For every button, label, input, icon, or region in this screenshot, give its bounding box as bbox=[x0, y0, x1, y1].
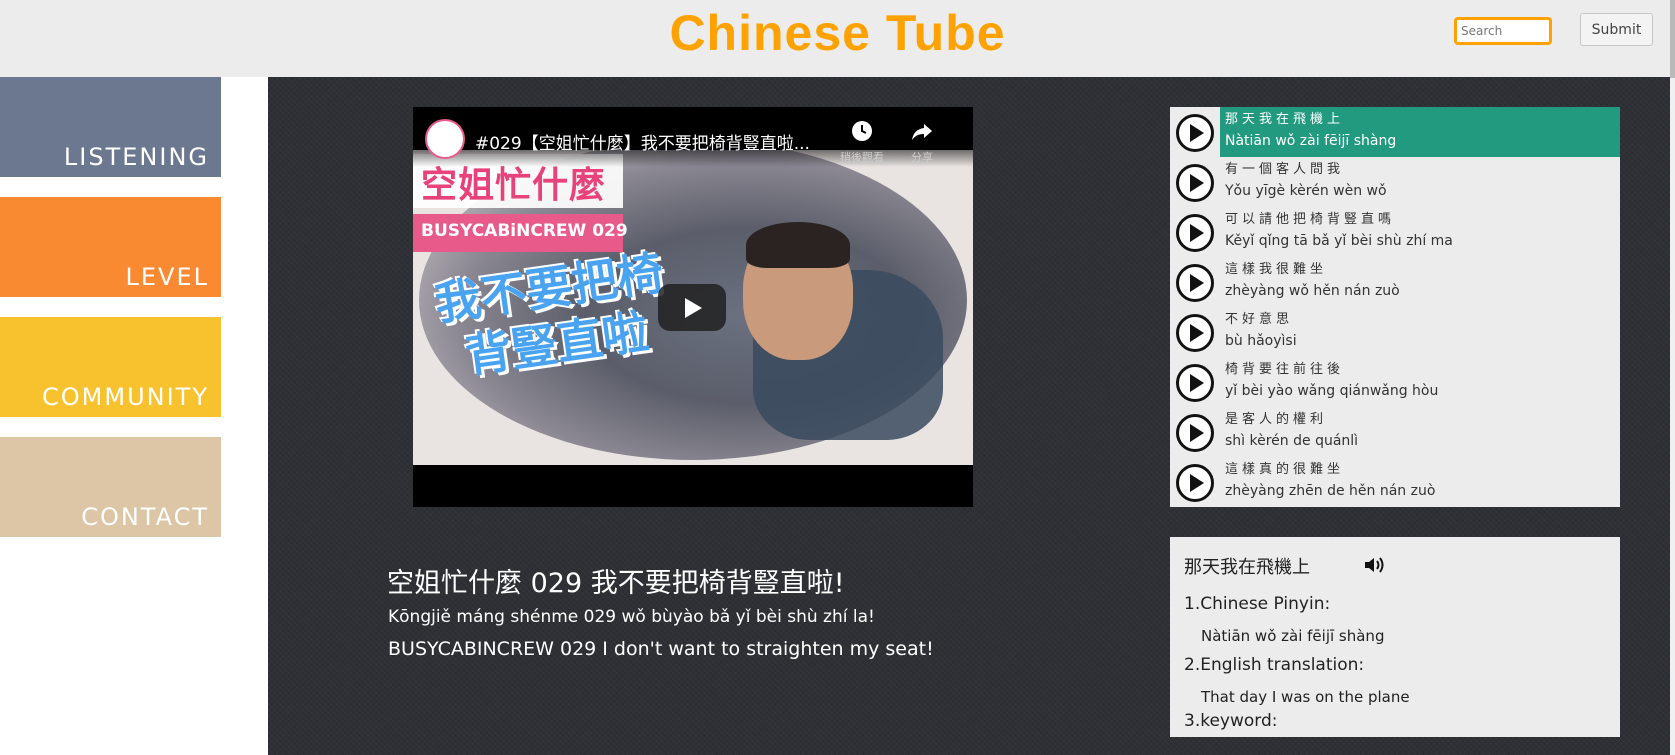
sentence-row[interactable]: 可以請他把椅背豎直嗎 Kěyǐ qǐng tā bǎ yǐ bèi shù zh… bbox=[1170, 207, 1620, 257]
sentence-hanzi: 這樣我很難坐 bbox=[1225, 262, 1328, 277]
sentence-row[interactable]: 這樣真的很難坐 zhèyàng zhēn de hěn nán zuò bbox=[1170, 457, 1620, 507]
play-circle-icon[interactable] bbox=[1176, 364, 1214, 402]
sentence-pinyin: Nàtiān wǒ zài fēijī shàng bbox=[1225, 133, 1397, 149]
sentence-row[interactable]: 不好意思 bù hǎoyìsi bbox=[1170, 307, 1620, 357]
sentence-text[interactable]: 可以請他把椅背豎直嗎 Kěyǐ qǐng tā bǎ yǐ bèi shù zh… bbox=[1220, 207, 1620, 257]
sentence-hanzi: 可以請他把椅背豎直嗎 bbox=[1225, 212, 1396, 227]
share-icon bbox=[912, 124, 932, 140]
play-circle-icon[interactable] bbox=[1176, 214, 1214, 252]
sentence-pinyin: yǐ bèi yào wǎng qiánwǎng hòu bbox=[1225, 383, 1439, 399]
site-title[interactable]: Chinese Tube bbox=[0, 4, 1675, 62]
sentence-row[interactable]: 是客人的權利 shì kèrén de quánlì bbox=[1170, 407, 1620, 457]
watch-later-label: 稍後觀看 bbox=[840, 151, 884, 164]
sentence-text[interactable]: 是客人的權利 shì kèrén de quánlì bbox=[1220, 407, 1620, 457]
nav-item-listening[interactable]: LISTENING bbox=[0, 77, 221, 177]
sentence-pinyin: zhèyàng zhēn de hěn nán zuò bbox=[1225, 483, 1436, 499]
sentence-text[interactable]: 那天我在飛機上 Nàtiān wǒ zài fēijī shàng bbox=[1220, 107, 1620, 157]
sentence-hanzi: 不好意思 bbox=[1225, 312, 1294, 327]
nav-item-level[interactable]: LEVEL bbox=[0, 197, 221, 297]
sentence-hanzi: 是客人的權利 bbox=[1225, 412, 1328, 427]
keyword-label: 3.keyword: bbox=[1184, 711, 1278, 731]
sentence-hanzi: 那天我在飛機上 bbox=[1225, 112, 1345, 127]
video-pinyin: Kōngjiě máng shénme 029 wǒ bùyào bǎ yǐ b… bbox=[388, 607, 875, 627]
site-header: Chinese Tube Submit bbox=[0, 0, 1675, 77]
video-title: 空姐忙什麼 029 我不要把椅背豎直啦! bbox=[387, 568, 845, 599]
thumbnail-hair bbox=[746, 222, 850, 268]
sentence-row[interactable]: 那天我在飛機上 Nàtiān wǒ zài fēijī shàng bbox=[1170, 107, 1620, 157]
nav-item-community[interactable]: COMMUNITY bbox=[0, 317, 221, 417]
search-input[interactable] bbox=[1454, 17, 1552, 45]
sentence-text[interactable]: 不好意思 bù hǎoyìsi bbox=[1220, 307, 1620, 357]
detail-heading: 那天我在飛機上 bbox=[1184, 557, 1310, 578]
sentence-row[interactable]: 這樣我很難坐 zhèyàng wǒ hěn nán zuò bbox=[1170, 257, 1620, 307]
sentence-list: 那天我在飛機上 Nàtiān wǒ zài fēijī shàng 有一個客人問… bbox=[1170, 107, 1620, 507]
play-circle-icon[interactable] bbox=[1176, 164, 1214, 202]
sentence-text[interactable]: 有一個客人問我 Yǒu yīgè kèrén wèn wǒ bbox=[1220, 157, 1620, 207]
sentence-hanzi: 這樣真的很難坐 bbox=[1225, 462, 1345, 477]
scrollbar-track[interactable] bbox=[1670, 0, 1675, 755]
sentence-detail-panel: 那天我在飛機上 1.Chinese Pinyin: Nàtiān wǒ zài … bbox=[1170, 537, 1620, 737]
play-circle-icon[interactable] bbox=[1176, 464, 1214, 502]
sentence-pinyin: zhèyàng wǒ hěn nán zuò bbox=[1225, 283, 1400, 299]
sentence-pinyin: bù hǎoyìsi bbox=[1225, 333, 1297, 349]
english-value: That day I was on the plane bbox=[1201, 688, 1410, 706]
play-circle-icon[interactable] bbox=[1176, 114, 1214, 152]
scrollbar-thumb[interactable] bbox=[1670, 0, 1675, 78]
sentence-hanzi: 有一個客人問我 bbox=[1225, 162, 1345, 177]
play-circle-icon[interactable] bbox=[1176, 314, 1214, 352]
sentence-pinyin: Yǒu yīgè kèrén wèn wǒ bbox=[1225, 183, 1387, 199]
player-video-title[interactable]: #029【空姐忙什麼】我不要把椅背豎直啦... bbox=[475, 129, 835, 154]
sentence-pinyin: Kěyǐ qǐng tā bǎ yǐ bèi shù zhí ma bbox=[1225, 233, 1453, 249]
sentence-text[interactable]: 這樣真的很難坐 zhèyàng zhēn de hěn nán zuò bbox=[1220, 457, 1620, 507]
watch-later-button[interactable]: 稍後觀看 bbox=[837, 119, 887, 165]
english-label: 2.English translation: bbox=[1184, 655, 1365, 675]
share-button[interactable]: 分享 bbox=[897, 119, 947, 165]
video-play-button[interactable] bbox=[658, 284, 726, 331]
sentence-hanzi: 椅背要往前往後 bbox=[1225, 362, 1345, 377]
speaker-icon[interactable] bbox=[1363, 555, 1387, 575]
channel-logo[interactable] bbox=[425, 119, 465, 159]
pinyin-value: Nàtiān wǒ zài fēijī shàng bbox=[1201, 627, 1385, 645]
play-circle-icon[interactable] bbox=[1176, 264, 1214, 302]
sentence-text[interactable]: 椅背要往前往後 yǐ bèi yào wǎng qiánwǎng hòu bbox=[1220, 357, 1620, 407]
sentence-pinyin: shì kèrén de quánlì bbox=[1225, 433, 1359, 449]
pinyin-label: 1.Chinese Pinyin: bbox=[1184, 594, 1331, 614]
share-label: 分享 bbox=[911, 151, 933, 164]
submit-button[interactable]: Submit bbox=[1580, 13, 1653, 46]
sentence-row[interactable]: 有一個客人問我 Yǒu yīgè kèrén wèn wǒ bbox=[1170, 157, 1620, 207]
sentence-row[interactable]: 椅背要往前往後 yǐ bèi yào wǎng qiánwǎng hòu bbox=[1170, 357, 1620, 407]
video-english-title: BUSYCABINCREW 029 I don't want to straig… bbox=[388, 638, 934, 660]
play-circle-icon[interactable] bbox=[1176, 414, 1214, 452]
video-player[interactable]: 空姐忙什麼 BUSYCABiNCREW 029 我不要把椅背豎直啦 #029【空… bbox=[413, 107, 973, 507]
clock-icon bbox=[852, 121, 872, 141]
thumbnail-subtitle: BUSYCABiNCREW 029 bbox=[421, 221, 628, 241]
sentence-text[interactable]: 這樣我很難坐 zhèyàng wǒ hěn nán zuò bbox=[1220, 257, 1620, 307]
nav-item-contact[interactable]: CONTACT bbox=[0, 437, 221, 537]
